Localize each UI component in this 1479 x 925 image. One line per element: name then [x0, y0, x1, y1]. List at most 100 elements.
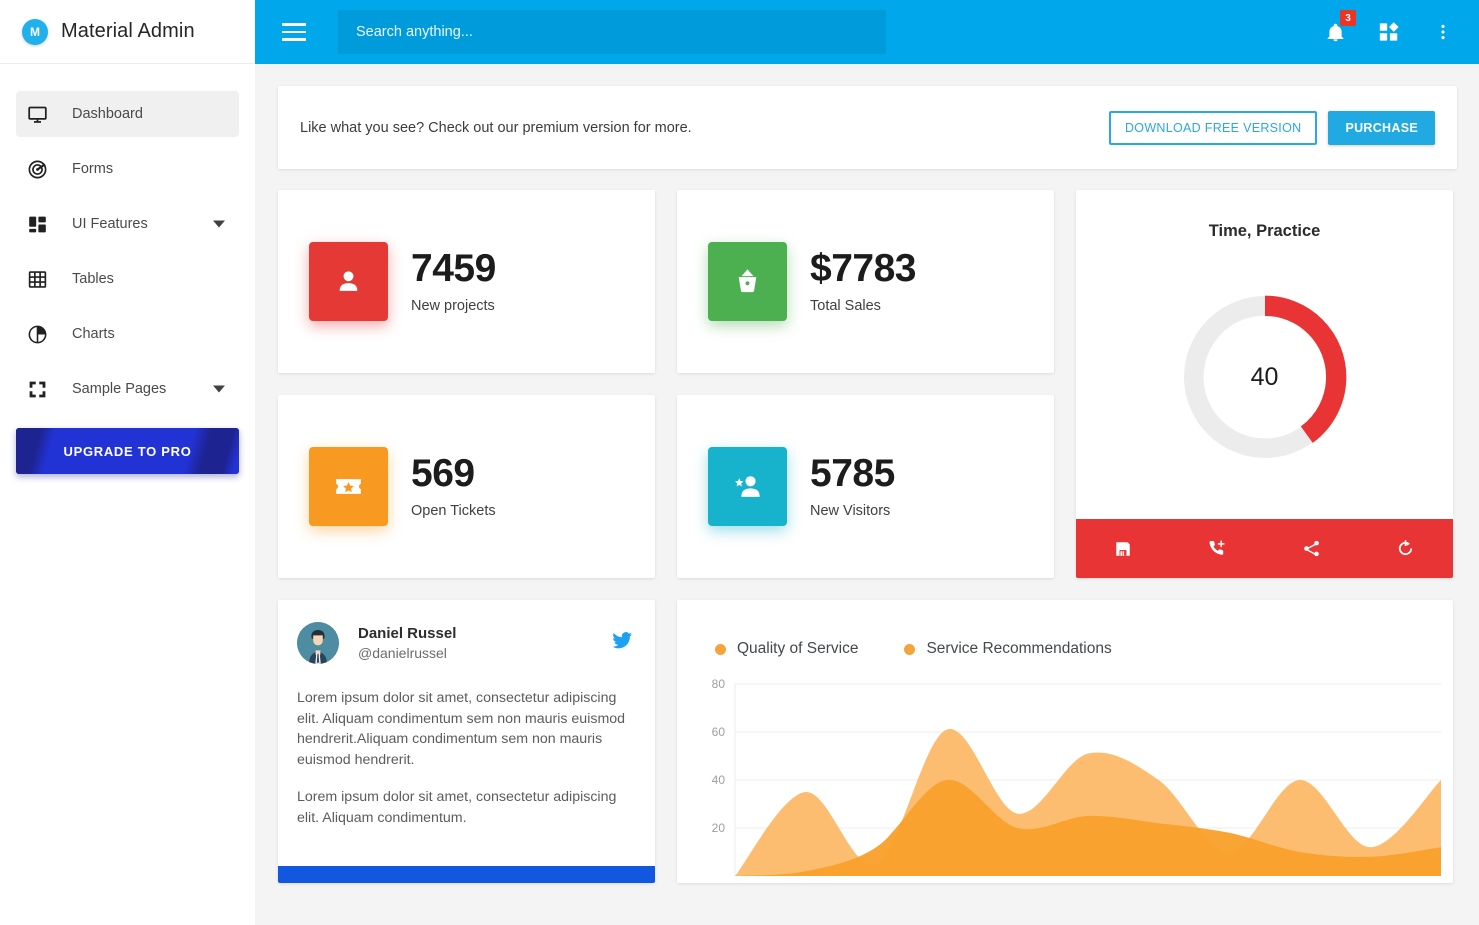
chevron-down-icon[interactable] [213, 385, 225, 393]
sidebar-item-label: Charts [72, 326, 115, 342]
upgrade-to-pro-button[interactable]: UPGRADE TO PRO [16, 428, 239, 474]
stat-value: $7783 [810, 246, 916, 290]
save-icon [1116, 541, 1130, 556]
stat-label: Total Sales [810, 298, 881, 315]
area-chart-card: Quality of Service Service Recommendatio… [677, 600, 1453, 883]
sidebar-item-ui-features[interactable]: UI Features [16, 201, 239, 247]
tweet-card: Daniel Russel @danielrussel Lorem ipsum … [278, 600, 655, 883]
purchase-button[interactable]: PURCHASE [1328, 110, 1435, 145]
promo-text: Like what you see? Check out our premium… [300, 119, 692, 136]
apps-button[interactable] [1375, 17, 1403, 47]
basket-icon [708, 242, 787, 321]
brand-title: Material Admin [61, 20, 195, 42]
twitter-icon[interactable] [611, 630, 633, 657]
stat-body: 7459 New projects [411, 246, 496, 315]
promo-actions: DOWNLOAD FREE VERSION PURCHASE [1108, 110, 1435, 145]
brand[interactable]: M Material Admin [0, 0, 255, 64]
svg-text:20: 20 [712, 821, 726, 835]
sidebar-nav: Dashboard Forms UI Features Tables Chart… [0, 64, 255, 412]
expand-icon [24, 376, 50, 402]
stat-body: 5785 New Visitors [810, 451, 895, 520]
pie-chart-icon [24, 321, 50, 347]
notification-badge: 3 [1340, 10, 1356, 26]
table-icon [24, 266, 50, 292]
legend-item-quality-of-service[interactable]: Quality of Service [715, 640, 858, 658]
donut-chart-card: Time, Practice 40 [1076, 190, 1453, 578]
svg-text:80: 80 [712, 677, 726, 691]
donut-action-bar [1076, 519, 1453, 578]
sidebar-item-label: Sample Pages [72, 381, 167, 397]
save-button[interactable] [1076, 519, 1170, 578]
add-call-icon [1209, 540, 1225, 555]
svg-text:40: 40 [712, 773, 726, 787]
share-icon [1304, 540, 1319, 557]
sidebar-item-label: Forms [72, 161, 114, 177]
legend-dot-icon [904, 643, 916, 655]
area-chart-plot: 20 40 60 80 [693, 676, 1441, 876]
refresh-icon [1399, 540, 1413, 556]
area-chart-svg: 20 40 60 80 [712, 677, 1441, 876]
chevron-down-icon[interactable] [213, 220, 225, 228]
sidebar-item-tables[interactable]: Tables [16, 256, 239, 302]
share-button[interactable] [1265, 519, 1359, 578]
search-input[interactable] [338, 10, 886, 54]
stat-card-new-visitors: 5785 New Visitors [677, 395, 1054, 578]
stat-value: 7459 [411, 246, 496, 290]
more-vertical-icon [1441, 24, 1445, 40]
stat-card-total-sales: $7783 Total Sales [677, 190, 1054, 373]
person-icon [309, 242, 388, 321]
donut-holder: 40 [1176, 288, 1354, 466]
stat-body: 569 Open Tickets [411, 451, 496, 520]
svg-text:60: 60 [712, 725, 726, 739]
tweet-paragraph: Lorem ipsum dolor sit amet, consectetur … [297, 690, 626, 768]
radar-icon [24, 156, 50, 182]
stat-body: $7783 Total Sales [810, 246, 916, 315]
stat-value: 569 [411, 451, 475, 495]
ticket-star-icon [309, 447, 388, 526]
sidebar-item-label: Dashboard [72, 106, 143, 122]
sidebar-item-charts[interactable]: Charts [16, 311, 239, 357]
tweet-footer-bar[interactable] [278, 866, 655, 883]
tweet-paragraph: Lorem ipsum dolor sit amet, consectetur … [297, 789, 617, 826]
more-options-button[interactable] [1429, 17, 1457, 47]
stat-label: New projects [411, 298, 495, 315]
donut-chart-wrap: 40 [1076, 235, 1453, 519]
stat-card-open-tickets: 569 Open Tickets [278, 395, 655, 578]
content: Like what you see? Check out our premium… [255, 64, 1479, 925]
donut-center-value: 40 [1250, 362, 1279, 391]
stat-card-new-projects: 7459 New projects [278, 190, 655, 373]
chart-legend: Quality of Service Service Recommendatio… [693, 620, 1437, 658]
main-area: 3 Like what you see? Ch [255, 0, 1479, 925]
tweet-author-handle: @danielrussel [358, 645, 447, 661]
refresh-button[interactable] [1359, 519, 1453, 578]
sidebar: M Material Admin Dashboard Forms UI Feat… [0, 0, 255, 925]
sidebar-item-label: Tables [72, 271, 114, 287]
stat-label: Open Tickets [411, 503, 496, 520]
promo-banner: Like what you see? Check out our premium… [278, 86, 1457, 169]
notifications-button[interactable]: 3 [1321, 10, 1356, 47]
hamburger-icon[interactable] [274, 12, 314, 52]
person-add-icon [708, 447, 787, 526]
legend-dot-icon [715, 643, 726, 655]
stat-label: New Visitors [810, 503, 891, 520]
sidebar-item-sample-pages[interactable]: Sample Pages [16, 366, 239, 412]
upgrade-section: UPGRADE TO PRO [0, 420, 255, 474]
topbar-actions: 3 [1321, 10, 1457, 47]
layout-icon [24, 211, 50, 237]
tweet-header: Daniel Russel @danielrussel [278, 600, 655, 664]
download-free-version-button[interactable]: DOWNLOAD FREE VERSION [1108, 110, 1318, 145]
topbar: 3 [255, 0, 1479, 64]
legend-item-service-recommendations[interactable]: Service Recommendations [904, 640, 1112, 658]
brand-logo-icon: M [22, 18, 48, 45]
add-call-button[interactable] [1170, 519, 1264, 578]
tweet-body: Lorem ipsum dolor sit amet, consectetur … [278, 664, 655, 829]
tweet-names: Daniel Russel @danielrussel [358, 625, 456, 661]
legend-label: Quality of Service [737, 640, 859, 657]
sidebar-item-dashboard[interactable]: Dashboard [16, 91, 239, 137]
stat-value: 5785 [810, 451, 895, 495]
monitor-icon [24, 101, 50, 127]
sidebar-item-label: UI Features [72, 216, 148, 232]
sidebar-item-forms[interactable]: Forms [16, 146, 239, 192]
tweet-author-name: Daniel Russel [358, 625, 457, 642]
upgrade-to-pro-label: UPGRADE TO PRO [63, 443, 192, 459]
